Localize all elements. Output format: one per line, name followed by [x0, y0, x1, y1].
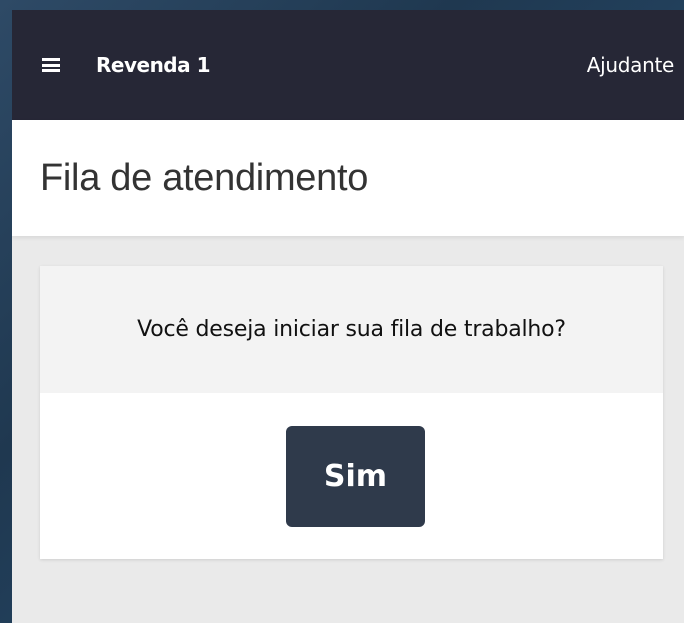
start-queue-question: Você deseja iniciar sua fila de trabalho…: [137, 316, 566, 342]
top-navigation-bar: Revenda 1 Ajudante: [12, 10, 684, 120]
start-queue-card: Você deseja iniciar sua fila de trabalho…: [40, 266, 663, 559]
hamburger-menu-icon[interactable]: [42, 54, 70, 76]
menu-icon-line: [42, 58, 60, 61]
menu-icon-line: [42, 63, 60, 67]
main-content: Você deseja iniciar sua fila de trabalho…: [12, 236, 684, 559]
page-header: Fila de atendimento: [12, 120, 684, 236]
helper-link[interactable]: Ajudante: [587, 53, 675, 77]
card-body: Sim: [40, 393, 663, 559]
app-window: Revenda 1 Ajudante Fila de atendimento V…: [12, 10, 684, 623]
confirm-start-queue-button[interactable]: Sim: [286, 426, 425, 527]
card-header: Você deseja iniciar sua fila de trabalho…: [40, 266, 663, 393]
page-title: Fila de atendimento: [40, 156, 369, 199]
store-name: Revenda 1: [96, 53, 211, 77]
menu-icon-line: [42, 69, 60, 72]
